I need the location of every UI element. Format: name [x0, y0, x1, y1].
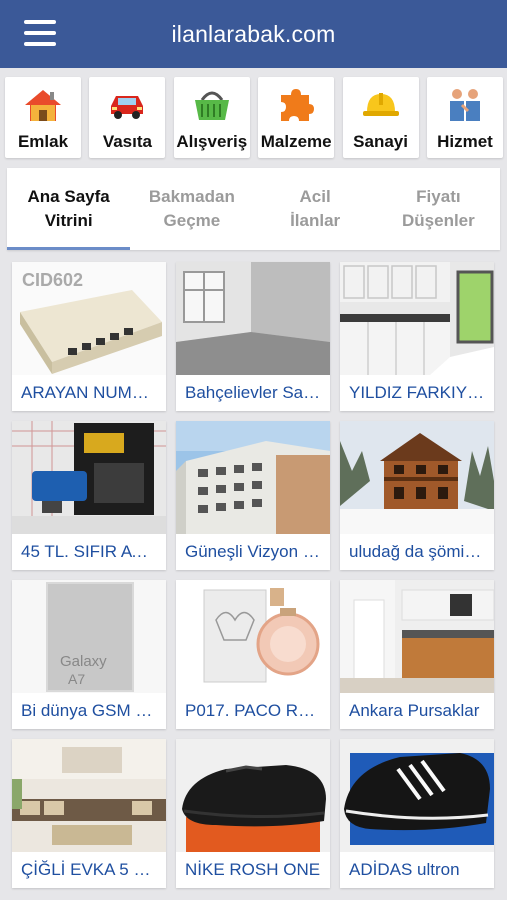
listing-title: P017. PACO RABANNE — [185, 701, 330, 720]
listing-image — [12, 739, 166, 852]
listing-title: uludağ da şömineli — [349, 542, 491, 561]
listing-image — [176, 580, 330, 693]
listing-card[interactable]: ÇİĞLİ EVKA 5 SATILIK — [12, 739, 166, 888]
category-alisveris[interactable]: Alışveriş — [173, 77, 250, 158]
tab-bar: Ana Sayfa Vitrini Bakmadan Geçme Acil İl… — [7, 168, 500, 250]
listing-image — [340, 739, 494, 852]
people-icon — [443, 86, 487, 124]
listing-card[interactable]: NİKE ROSH ONE — [176, 739, 330, 888]
house-icon — [21, 86, 65, 124]
listing-card[interactable]: CID602 ARAYAN NUMARA — [12, 262, 166, 411]
category-label: Hizmet — [437, 132, 493, 151]
tab-acil-ilanlar[interactable]: Acil İlanlar — [254, 168, 377, 250]
listing-title: NİKE ROSH ONE — [185, 860, 321, 879]
tab-ana-sayfa-vitrini[interactable]: Ana Sayfa Vitrini — [7, 168, 131, 250]
listing-card[interactable]: ADİDAS ultron — [340, 739, 494, 888]
listing-card[interactable]: uludağ da şömineli — [340, 421, 494, 570]
listing-image: Galaxy A7 — [12, 580, 166, 693]
listing-image — [340, 262, 494, 375]
tab-fiyati-dusenler[interactable]: Fiyatı Düşenler — [377, 168, 500, 250]
top-app-bar: ilanlarabak.com — [0, 0, 507, 68]
site-title: ilanlarabak.com — [171, 20, 336, 47]
shopping-basket-icon — [190, 86, 234, 124]
listing-image: CID602 — [12, 262, 166, 375]
category-emlak[interactable]: Emlak — [5, 77, 81, 158]
category-hizmet[interactable]: Hizmet — [426, 77, 503, 158]
listing-image — [176, 739, 330, 852]
category-sanayi[interactable]: Sanayi — [342, 77, 419, 158]
listing-card[interactable]: YILDIZ FARKIYLA — [340, 262, 494, 411]
listing-title: YILDIZ FARKIYLA — [349, 383, 488, 402]
listing-card[interactable]: P017. PACO RABANNE — [176, 580, 330, 729]
hamburger-menu-icon[interactable] — [24, 20, 56, 46]
hard-hat-icon — [359, 86, 403, 124]
category-label: Emlak — [17, 132, 69, 151]
listing-image — [340, 580, 494, 693]
listing-title: ADİDAS ultron — [349, 860, 460, 879]
listing-grid: CID602 ARAYAN NUMARA Bahçelievler Satılı… — [12, 262, 496, 888]
listing-image — [176, 262, 330, 375]
listing-title: ARAYAN NUMARA — [21, 383, 166, 402]
category-label: Vasıta — [102, 132, 152, 151]
listing-card[interactable]: Bahçelievler Satılık — [176, 262, 330, 411]
listing-title: ÇİĞLİ EVKA 5 SATILIK — [21, 860, 166, 879]
category-vasita[interactable]: Vasıta — [89, 77, 166, 158]
category-malzeme[interactable]: Malzeme — [258, 77, 335, 158]
listing-card[interactable]: Güneşli Vizyon Park — [176, 421, 330, 570]
listing-title: Bahçelievler Satılık — [185, 383, 330, 402]
category-label: Alışveriş — [176, 132, 248, 151]
car-icon — [105, 86, 149, 124]
category-bar: Emlak Vasıta Alışveriş Malzeme Sanayi Hi… — [5, 77, 503, 158]
listing-title: Bi dünya GSM Samsung — [21, 701, 166, 720]
listing-card[interactable]: Galaxy A7 Bi dünya GSM Samsung — [12, 580, 166, 729]
listing-title: 45 TL. SIFIR AYARLI — [21, 542, 166, 561]
image-text-galaxy: Galaxy — [60, 653, 107, 670]
listing-title: Güneşli Vizyon Park — [185, 542, 330, 561]
listing-card[interactable]: 45 TL. SIFIR AYARLI — [12, 421, 166, 570]
listing-image — [176, 421, 330, 534]
image-text-cid: CID602 — [22, 270, 83, 290]
category-label: Malzeme — [260, 132, 332, 151]
listing-title: Ankara Pursaklar — [349, 701, 480, 720]
listing-image — [12, 421, 166, 534]
tab-bakmadan-gecme[interactable]: Bakmadan Geçme — [130, 168, 253, 250]
listing-card[interactable]: Ankara Pursaklar — [340, 580, 494, 729]
image-text-a7: A7 — [68, 671, 85, 687]
listing-image — [340, 421, 494, 534]
puzzle-piece-icon — [274, 86, 318, 124]
category-label: Sanayi — [353, 132, 408, 151]
